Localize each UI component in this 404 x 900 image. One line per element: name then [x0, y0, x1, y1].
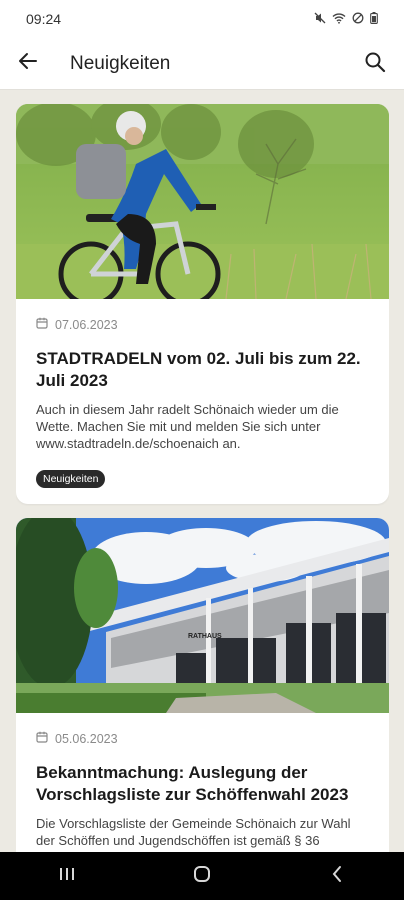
news-date: 07.06.2023 — [36, 317, 369, 332]
app-bar: Neuigkeiten — [0, 38, 404, 90]
calendar-icon — [36, 731, 48, 746]
back-button[interactable] — [16, 52, 40, 76]
system-back-button[interactable] — [317, 856, 357, 896]
news-date: 05.06.2023 — [36, 731, 369, 746]
news-title: Bekanntmachung: Auslegung der Vorschlags… — [36, 763, 349, 804]
news-image-townhall: RATHAUS — [16, 518, 389, 713]
news-date-text: 07.06.2023 — [55, 317, 118, 332]
building-sign-text: RATHAUS — [188, 633, 222, 640]
news-category-badge: Neuigkeiten — [36, 470, 106, 488]
search-icon — [364, 51, 386, 78]
status-icons — [314, 11, 378, 27]
recent-apps-icon — [58, 866, 76, 887]
mute-icon — [314, 12, 326, 27]
search-button[interactable] — [362, 51, 388, 77]
news-date-text: 05.06.2023 — [55, 731, 118, 746]
chevron-left-icon — [331, 865, 343, 888]
calendar-icon — [36, 317, 48, 332]
wifi-icon — [332, 12, 346, 27]
home-button[interactable] — [182, 856, 222, 896]
battery-icon — [370, 11, 378, 27]
news-image-cyclist — [16, 104, 389, 299]
home-icon — [193, 865, 211, 888]
page-title: Neuigkeiten — [70, 52, 171, 74]
news-feed: 07.06.2023 STADTRADELN vom 02. Juli bis … — [16, 104, 389, 852]
system-navigation-bar — [0, 852, 404, 900]
news-summary: Auch in diesem Jahr radelt Schönaich wie… — [36, 402, 339, 451]
arrow-left-icon — [18, 52, 38, 75]
news-card[interactable]: RATHAUS 05.06.2023 Bekanntmachung: Ausle… — [16, 518, 389, 852]
news-summary: Die Vorschlagsliste der Gemeinde Schönai… — [36, 816, 351, 848]
do-not-disturb-icon — [352, 12, 364, 27]
news-title: STADTRADELN vom 02. Juli bis zum 22. Jul… — [36, 349, 361, 390]
news-card[interactable]: 07.06.2023 STADTRADELN vom 02. Juli bis … — [16, 104, 389, 504]
status-bar: 09:24 — [0, 0, 404, 38]
status-time: 09:24 — [26, 11, 62, 27]
recent-apps-button[interactable] — [47, 856, 87, 896]
